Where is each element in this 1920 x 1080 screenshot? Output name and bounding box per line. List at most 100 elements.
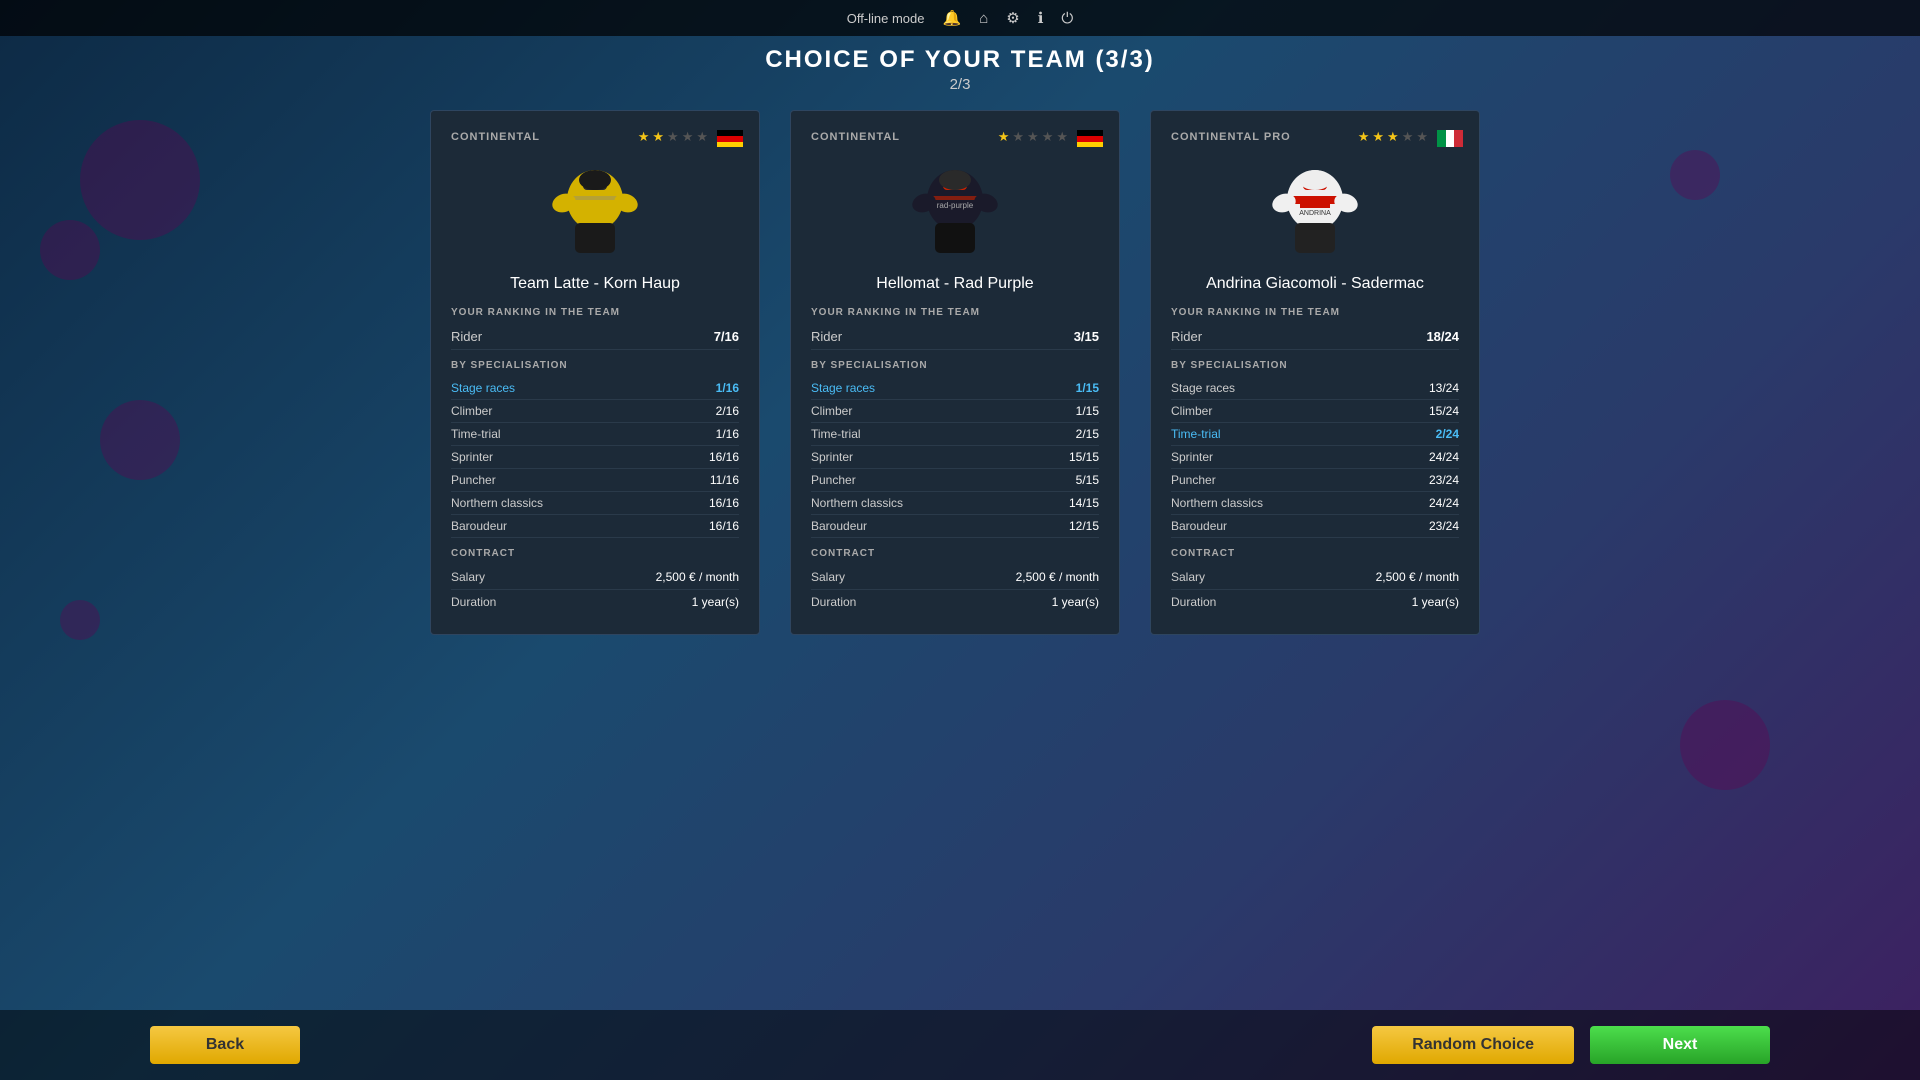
spec-row: Baroudeur 23/24 xyxy=(1171,515,1459,538)
deco-circle xyxy=(80,120,200,240)
rider-ranking-row: Rider 3/15 xyxy=(811,324,1099,350)
star-filled: ★ xyxy=(998,129,1010,145)
bell-icon[interactable]: 🔔 xyxy=(943,9,962,27)
spec-label: Time-trial xyxy=(1171,427,1221,441)
duration-label: Duration xyxy=(1171,595,1216,609)
top-bar: Off-line mode 🔔 ⌂ ⚙ ℹ ⏻ xyxy=(0,0,1920,36)
salary-label: Salary xyxy=(811,570,845,584)
rider-value: 18/24 xyxy=(1426,329,1459,344)
deco-circle xyxy=(1670,150,1720,200)
card-header: CONTINENTAL ★★★★★ xyxy=(811,129,1099,145)
spec-label: Stage races xyxy=(451,381,515,395)
star-empty: ★ xyxy=(1416,129,1428,145)
ranking-section-header: YOUR RANKING IN THE TEAM xyxy=(811,307,1099,318)
spec-row: Time-trial 2/15 xyxy=(811,423,1099,446)
spec-row: Climber 1/15 xyxy=(811,400,1099,423)
spec-row: Stage races 1/16 xyxy=(451,377,739,400)
jersey-container: rad-purple xyxy=(811,155,1099,265)
card-category: CONTINENTAL xyxy=(451,131,540,143)
next-button[interactable]: Next xyxy=(1590,1026,1770,1064)
spec-value: 2/15 xyxy=(1076,427,1099,441)
spec-label: Sprinter xyxy=(1171,450,1213,464)
spec-value: 12/15 xyxy=(1069,519,1099,533)
title-area: CHOICE OF YOUR TEAM (3/3) 2/3 xyxy=(0,36,1920,99)
spec-row: Northern classics 24/24 xyxy=(1171,492,1459,515)
spec-row: Stage races 13/24 xyxy=(1171,377,1459,400)
team-card-3[interactable]: CONTINENTAL PRO ★★★★★ ANDRINA Andrina xyxy=(1150,110,1480,635)
spec-row: Sprinter 24/24 xyxy=(1171,446,1459,469)
spec-row: Baroudeur 12/15 xyxy=(811,515,1099,538)
salary-value: 2,500 € / month xyxy=(1376,570,1459,584)
ranking-section-header: YOUR RANKING IN THE TEAM xyxy=(1171,307,1459,318)
rider-label: Rider xyxy=(811,329,842,344)
back-button[interactable]: Back xyxy=(150,1026,300,1064)
random-choice-button[interactable]: Random Choice xyxy=(1372,1026,1574,1064)
home-icon[interactable]: ⌂ xyxy=(979,10,988,27)
card-header: CONTINENTAL PRO ★★★★★ xyxy=(1171,129,1459,145)
spec-label: Time-trial xyxy=(451,427,501,441)
rider-ranking-row: Rider 18/24 xyxy=(1171,324,1459,350)
team-card-1[interactable]: CONTINENTAL ★★★★★ xyxy=(430,110,760,635)
page-title: CHOICE OF YOUR TEAM (3/3) xyxy=(0,46,1920,74)
contract-section-header: CONTRACT xyxy=(811,548,1099,559)
spec-label: Stage races xyxy=(1171,381,1235,395)
duration-value: 1 year(s) xyxy=(1412,595,1459,609)
duration-label: Duration xyxy=(811,595,856,609)
team-name: Andrina Giacomoli - Sadermac xyxy=(1171,275,1459,293)
spec-label: Baroudeur xyxy=(451,519,507,533)
deco-circle xyxy=(1680,700,1770,790)
spec-section-header: BY SPECIALISATION xyxy=(451,360,739,371)
star-empty: ★ xyxy=(682,129,694,145)
gear-icon[interactable]: ⚙ xyxy=(1006,9,1019,27)
star-filled: ★ xyxy=(1387,129,1399,145)
spec-label: Puncher xyxy=(451,473,496,487)
spec-value: 2/24 xyxy=(1436,427,1459,441)
team-card-2[interactable]: CONTINENTAL ★★★★★ rad-purple Hellomat - … xyxy=(790,110,1120,635)
card-stars: ★★★★★ xyxy=(998,129,1099,145)
rider-label: Rider xyxy=(451,329,482,344)
card-category: CONTINENTAL xyxy=(811,131,900,143)
duration-value: 1 year(s) xyxy=(692,595,739,609)
spec-label: Climber xyxy=(811,404,852,418)
spec-row: Northern classics 16/16 xyxy=(451,492,739,515)
spec-value: 1/16 xyxy=(716,427,739,441)
card-stars: ★★★★★ xyxy=(1358,129,1459,145)
jersey-container xyxy=(451,155,739,265)
spec-row: Climber 2/16 xyxy=(451,400,739,423)
right-buttons: Random Choice Next xyxy=(1372,1026,1770,1064)
deco-circle xyxy=(100,400,180,480)
duration-label: Duration xyxy=(451,595,496,609)
star-filled: ★ xyxy=(638,129,650,145)
star-empty: ★ xyxy=(667,129,679,145)
flag-it-icon xyxy=(1437,130,1459,145)
salary-value: 2,500 € / month xyxy=(656,570,739,584)
jersey-container: ANDRINA xyxy=(1171,155,1459,265)
star-empty: ★ xyxy=(1012,129,1024,145)
spec-label: Northern classics xyxy=(811,496,903,510)
duration-row: Duration 1 year(s) xyxy=(811,590,1099,614)
spec-label: Puncher xyxy=(1171,473,1216,487)
spec-label: Stage races xyxy=(811,381,875,395)
spec-value: 11/16 xyxy=(710,473,739,487)
spec-value: 15/15 xyxy=(1069,450,1099,464)
spec-value: 5/15 xyxy=(1076,473,1099,487)
duration-value: 1 year(s) xyxy=(1052,595,1099,609)
spec-row: Stage races 1/15 xyxy=(811,377,1099,400)
star-filled: ★ xyxy=(1358,129,1370,145)
flag-de-icon xyxy=(717,130,739,145)
spec-label: Northern classics xyxy=(1171,496,1263,510)
spec-section-header: BY SPECIALISATION xyxy=(811,360,1099,371)
salary-row: Salary 2,500 € / month xyxy=(451,565,739,590)
power-icon[interactable]: ⏻ xyxy=(1061,10,1073,27)
spec-label: Time-trial xyxy=(811,427,861,441)
info-icon[interactable]: ℹ xyxy=(1038,9,1044,27)
salary-value: 2,500 € / month xyxy=(1016,570,1099,584)
flag-de-icon xyxy=(1077,130,1099,145)
spec-label: Baroudeur xyxy=(1171,519,1227,533)
spec-value: 23/24 xyxy=(1429,473,1459,487)
page-subtitle: 2/3 xyxy=(0,76,1920,93)
salary-label: Salary xyxy=(1171,570,1205,584)
spec-row: Climber 15/24 xyxy=(1171,400,1459,423)
star-empty: ★ xyxy=(1402,129,1414,145)
spec-label: Sprinter xyxy=(811,450,853,464)
